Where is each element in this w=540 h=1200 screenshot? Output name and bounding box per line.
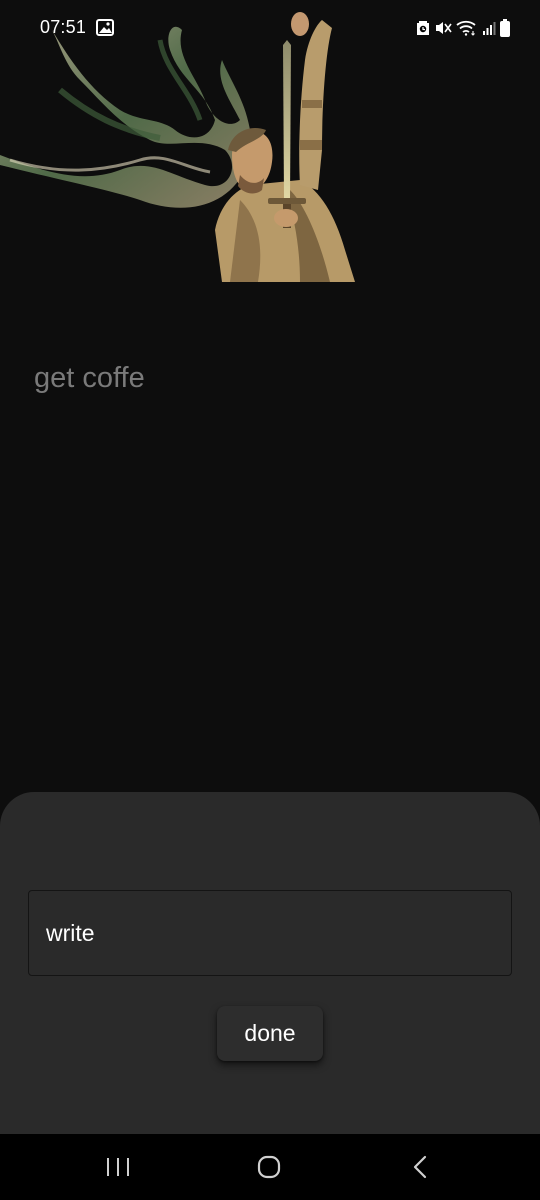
bottom-sheet: write done — [0, 792, 540, 1134]
write-input-value: write — [46, 920, 95, 946]
recents-icon[interactable] — [105, 1156, 131, 1178]
done-button[interactable]: done — [217, 1006, 323, 1061]
back-icon[interactable] — [410, 1154, 430, 1180]
navigation-bar — [0, 1134, 540, 1200]
task-text[interactable]: get coffe — [34, 362, 145, 395]
write-input[interactable]: write — [28, 890, 512, 976]
home-icon[interactable] — [257, 1155, 281, 1179]
knight-raising-sword-illustration — [0, 12, 355, 282]
